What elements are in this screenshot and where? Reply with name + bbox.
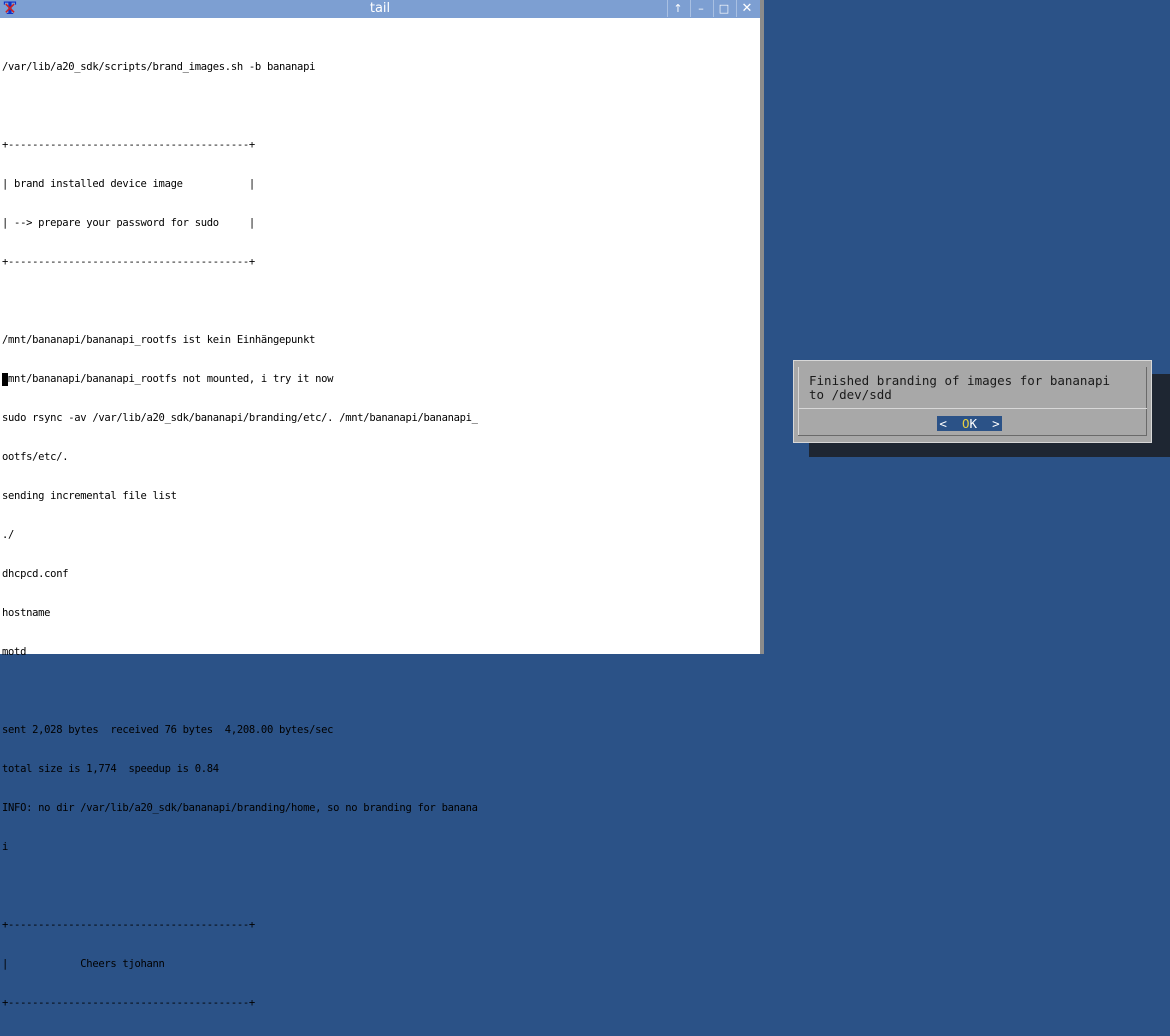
dialog-separator <box>798 408 1147 409</box>
minimize-button[interactable]: – <box>690 0 711 17</box>
message-dialog: Finished branding of images for bananapi… <box>793 360 1152 443</box>
text-cursor <box>2 373 8 386</box>
terminal-line: sending incremental file list <box>2 490 177 502</box>
terminal-line: +---------------------------------------… <box>2 139 255 151</box>
dialog-frame-bottom <box>798 435 1147 436</box>
terminal-line: sudo rsync -av /var/lib/a20_sdk/bananapi… <box>2 412 478 424</box>
terminal-output[interactable]: /var/lib/a20_sdk/scripts/brand_images.sh… <box>2 35 742 1036</box>
terminal-line: i <box>2 841 9 853</box>
dialog-frame-right <box>1146 367 1147 436</box>
terminal-line: +---------------------------------------… <box>2 919 255 931</box>
maximize-button[interactable]: □ <box>713 0 734 17</box>
terminal-line: /mnt/bananapi/bananapi_rootfs ist kein E… <box>2 334 316 346</box>
ok-button[interactable]: < OK > <box>937 416 1002 431</box>
terminal-line: motd <box>2 646 27 658</box>
terminal-line: INFO: no dir /var/lib/a20_sdk/bananapi/b… <box>2 802 478 814</box>
dialog-message: Finished branding of images for bananapi… <box>809 373 1111 402</box>
terminal-line: dhcpcd.conf <box>2 568 69 580</box>
terminal-line: total size is 1,774 speedup is 0.84 <box>2 763 219 775</box>
ok-right-bracket: > <box>977 416 1000 431</box>
terminal-line: /var/lib/a20_sdk/scripts/brand_images.sh… <box>2 61 316 73</box>
close-button[interactable]: ✕ <box>736 0 757 17</box>
terminal-window[interactable]: T ✕ tail ↑ – □ ✕ /var/lib/a20_sdk/script… <box>0 0 760 1009</box>
terminal-line: ootfs/etc/. <box>2 451 69 463</box>
ok-label-rest: K <box>969 416 978 431</box>
terminal-line: +---------------------------------------… <box>2 997 255 1009</box>
terminal-line: sent 2,028 bytes received 76 bytes 4,208… <box>2 724 334 736</box>
terminal-line: +---------------------------------------… <box>2 256 255 268</box>
window-title: tail <box>369 1 391 16</box>
terminal-line: | Cheers tjohann <box>2 958 249 970</box>
ok-hotkey: O <box>961 416 970 431</box>
ok-left-bracket: < <box>939 416 962 431</box>
terminal-line: ./ <box>2 529 15 541</box>
terminal-line: | brand installed device image | <box>2 178 255 190</box>
terminal-line: /mnt/bananapi/bananapi_rootfs not mounte… <box>2 373 334 385</box>
window-border[interactable] <box>760 0 764 654</box>
terminal-line: | --> prepare your password for sudo | <box>2 217 255 229</box>
terminal-line: hostname <box>2 607 51 619</box>
dialog-frame-left <box>798 367 799 436</box>
shade-up-button[interactable]: ↑ <box>667 0 688 17</box>
title-bar[interactable]: T ✕ tail ↑ – □ ✕ <box>0 0 760 18</box>
